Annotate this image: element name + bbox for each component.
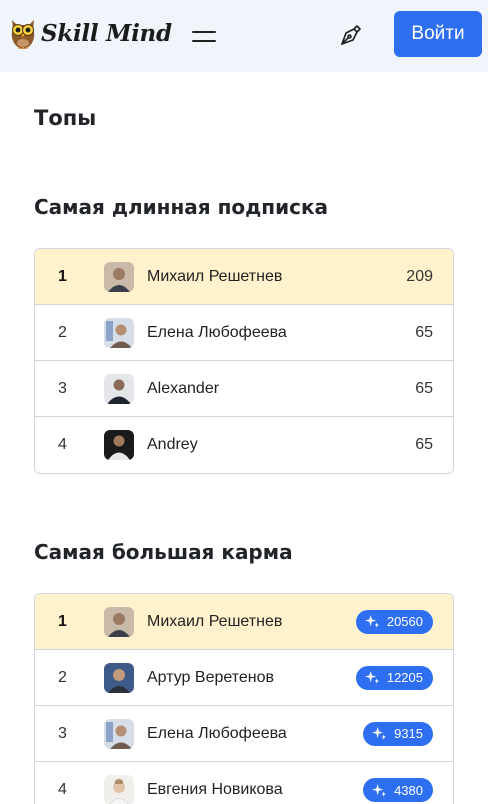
page-title: Топы	[34, 106, 97, 130]
karma-badge: 9315	[363, 721, 433, 746]
karma-value: 9315	[394, 726, 423, 741]
avatar[interactable]	[104, 430, 134, 460]
karma-value: 12205	[386, 670, 423, 685]
leaderboard-biggest-karma: 1 Михаил Решетнев 20560 2 Артур Веретено…	[34, 593, 454, 804]
user-name[interactable]: Andrey	[147, 436, 198, 454]
brand-logo[interactable]: Skill Mind	[8, 16, 172, 50]
table-row[interactable]: 2 Артур Веретенов 12205	[35, 650, 453, 706]
score-value: 209	[406, 267, 433, 285]
pen-nib-icon[interactable]	[338, 22, 364, 48]
rank-number: 1	[58, 612, 67, 630]
table-row[interactable]: 1 Михаил Решетнев 20560	[35, 594, 453, 650]
karma-badge: 20560	[355, 609, 433, 634]
section-title-biggest-karma: Самая большая карма	[34, 540, 293, 564]
user-name[interactable]: Елена Любофеева	[147, 324, 287, 342]
score-value: 65	[415, 379, 433, 397]
avatar[interactable]	[104, 718, 134, 749]
karma-value: 20560	[386, 614, 423, 629]
score-value: 65	[415, 323, 433, 341]
rank-number: 2	[58, 668, 67, 686]
table-row[interactable]: 3 Alexander 65	[35, 361, 453, 417]
score-value: 65	[415, 436, 433, 453]
avatar[interactable]	[104, 606, 134, 637]
table-row[interactable]: 2 Елена Любофеева 65	[35, 305, 453, 361]
user-name[interactable]: Михаил Решетнев	[147, 613, 282, 631]
leaderboard-longest-subscription: 1 Михаил Решетнев 209 2 Елена Любофеева …	[34, 248, 454, 474]
avatar[interactable]	[104, 662, 134, 693]
top-navbar: Skill Mind Войти	[0, 0, 488, 72]
section-title-longest-subscription: Самая длинная подписка	[34, 195, 329, 219]
rank-number: 1	[58, 267, 67, 285]
login-button[interactable]: Войти	[394, 11, 482, 57]
rank-number: 4	[58, 781, 67, 798]
sparkle-icon	[372, 783, 387, 797]
user-name[interactable]: Артур Веретенов	[147, 669, 274, 687]
user-name[interactable]: Елена Любофеева	[147, 725, 287, 743]
rank-number: 3	[58, 379, 67, 397]
table-row[interactable]: 3 Елена Любофеева 9315	[35, 706, 453, 762]
avatar[interactable]	[104, 317, 134, 348]
hamburger-menu-icon[interactable]	[190, 26, 218, 46]
user-name[interactable]: Евгения Новикова	[147, 781, 283, 799]
brand-name: Skill Mind	[41, 19, 172, 47]
sparkle-icon	[364, 614, 379, 628]
rank-number: 2	[58, 323, 67, 341]
karma-badge: 12205	[355, 665, 433, 690]
rank-number: 4	[58, 436, 67, 453]
karma-badge: 4380	[363, 778, 433, 802]
table-row[interactable]: 4 Евгения Новикова 4380	[35, 762, 453, 804]
user-name[interactable]: Михаил Решетнев	[147, 268, 282, 286]
table-row[interactable]: 1 Михаил Решетнев 209	[35, 249, 453, 305]
avatar[interactable]	[104, 261, 134, 292]
user-name[interactable]: Alexander	[147, 380, 219, 398]
owl-logo-icon	[11, 20, 35, 49]
karma-value: 4380	[394, 782, 423, 798]
rank-number: 3	[58, 724, 67, 742]
avatar[interactable]	[104, 775, 134, 804]
sparkle-icon	[372, 726, 387, 740]
avatar[interactable]	[104, 373, 134, 404]
sparkle-icon	[364, 670, 379, 684]
table-row[interactable]: 4 Andrey 65	[35, 417, 453, 473]
